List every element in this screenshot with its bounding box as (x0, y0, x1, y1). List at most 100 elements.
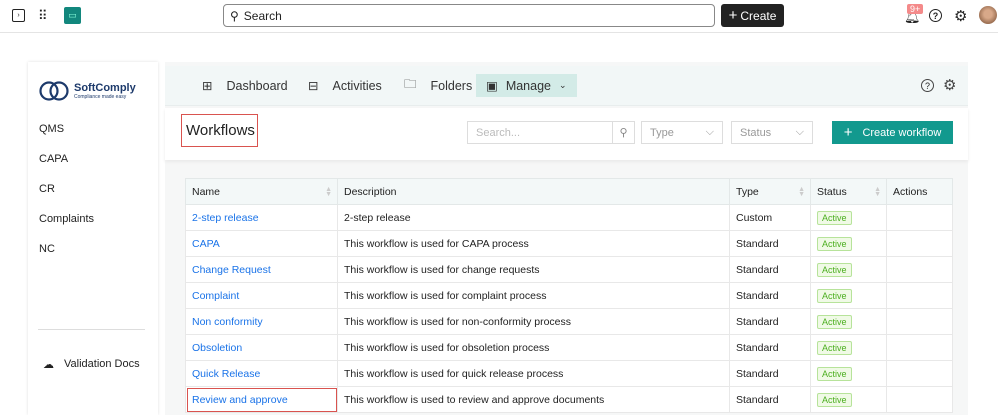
workflow-type: Standard (729, 282, 811, 309)
workflow-actions (886, 204, 953, 231)
workflow-status: Active (810, 308, 887, 335)
workflow-type: Standard (729, 308, 811, 335)
workflow-name-link[interactable]: Obsoletion (185, 334, 338, 361)
workflow-type: Standard (729, 334, 811, 361)
apps-grid-icon[interactable]: ⠿ (38, 8, 48, 24)
search-icon: ⚲ (230, 8, 239, 23)
chevron-down-icon: ⌄ (559, 80, 567, 90)
folder-icon: 🗀 (404, 77, 417, 91)
table-row: Obsoletion This workflow is used for obs… (185, 334, 953, 361)
column-header-actions: Actions (886, 178, 953, 205)
status-badge: Active (817, 210, 852, 225)
workflow-actions (886, 308, 953, 335)
workflow-name-link[interactable]: Review and approve (185, 386, 338, 413)
workflow-type: Standard (729, 386, 811, 413)
table-row: Change Request This workflow is used for… (185, 256, 953, 283)
sidebar-item-complaints[interactable]: Complaints (39, 213, 94, 225)
create-workflow-label: Create workflow (862, 126, 942, 139)
workflow-actions (886, 282, 953, 309)
nav-label: Activities (332, 78, 382, 93)
settings-icon[interactable]: ⚙ (943, 76, 956, 94)
global-search-input[interactable]: ⚲ Search (223, 4, 715, 27)
workflow-name-link[interactable]: Quick Release (185, 360, 338, 387)
workflow-name-link[interactable]: Complaint (185, 282, 338, 309)
workflow-description: This workflow is used for CAPA process (337, 230, 730, 257)
main-nav: ⊞ Dashboard ⊟ Activities 🗀 Folders ▣ Manage ⌄… (165, 66, 968, 106)
workflow-description: This workflow is used for change request… (337, 256, 730, 283)
column-header-type[interactable]: Type ▲ ▼ (729, 178, 811, 205)
brand-name: SoftComply (74, 82, 136, 94)
help-icon[interactable]: ? (921, 79, 934, 92)
help-icon[interactable]: ? (929, 9, 942, 22)
sidebar-item-cr[interactable]: CR (39, 183, 55, 195)
plus-icon: + (728, 7, 738, 24)
workflow-actions (886, 256, 953, 283)
status-badge: Active (817, 288, 852, 303)
column-header-status[interactable]: Status ▲ ▼ (810, 178, 887, 205)
workflow-actions (886, 360, 953, 387)
status-badge: Active (817, 366, 852, 381)
validation-docs-link[interactable]: ☁ Validation Docs (43, 358, 140, 371)
page-title: Workflows (181, 114, 258, 147)
sidebar-divider (38, 329, 145, 330)
nav-manage[interactable]: ▣ Manage ⌄ (476, 74, 577, 97)
type-filter-select[interactable]: Type ⌵ (641, 121, 723, 144)
type-filter-label: Type (650, 126, 674, 139)
column-header-description: Description (337, 178, 730, 205)
nav-activities[interactable]: ⊟ Activities (308, 74, 382, 97)
workflow-name-link[interactable]: CAPA (185, 230, 338, 257)
table-row: Complaint This workflow is used for comp… (185, 282, 953, 309)
nav-dashboard[interactable]: ⊞ Dashboard (202, 74, 288, 97)
sidebar-item-nc[interactable]: NC (39, 243, 55, 255)
status-badge: Active (817, 392, 852, 407)
workflow-search-input[interactable]: Search... ⚲ (467, 121, 635, 144)
status-filter-select[interactable]: Status ⌵ (731, 121, 813, 144)
workflow-description: This workflow is used for quick release … (337, 360, 730, 387)
notification-badge: 9+ (907, 4, 924, 14)
workflow-status: Active (810, 256, 887, 283)
settings-icon[interactable]: ⚙ (954, 7, 967, 25)
workflow-actions (886, 386, 953, 413)
chevron-down-icon: ⌵ (795, 126, 804, 138)
nav-label: Dashboard (226, 78, 288, 93)
sort-icon[interactable]: ▲ ▼ (874, 186, 881, 198)
sidebar: SoftComply Compliance made easy QMS CAPA … (28, 62, 158, 415)
status-badge: Active (817, 314, 852, 329)
workflow-name-link[interactable]: Change Request (185, 256, 338, 283)
workflow-name-link[interactable]: Non conformity (185, 308, 338, 335)
search-icon[interactable]: ⚲ (612, 122, 634, 143)
status-badge: Active (817, 262, 852, 277)
chevron-down-icon: ⌵ (705, 126, 714, 138)
workflow-name-link[interactable]: 2-step release (185, 204, 338, 231)
manage-folder-icon: ▣ (486, 79, 498, 93)
softcomply-logo: SoftComply Compliance made easy (38, 80, 136, 102)
table-row: Non conformity This workflow is used for… (185, 308, 953, 335)
workflow-type: Standard (729, 360, 811, 387)
workflow-status: Active (810, 334, 887, 361)
sort-icon[interactable]: ▲ ▼ (325, 186, 332, 198)
plus-icon: + (843, 124, 853, 141)
user-avatar[interactable] (979, 6, 997, 24)
column-header-name[interactable]: Name ▲ ▼ (185, 178, 338, 205)
workflow-actions (886, 230, 953, 257)
brand-tagline: Compliance made easy (74, 94, 127, 100)
main-panel: ⊞ Dashboard ⊟ Activities 🗀 Folders ▣ Manage ⌄… (165, 62, 968, 415)
workflow-description: This workflow is used for complaint proc… (337, 282, 730, 309)
status-filter-label: Status (740, 126, 772, 139)
create-button[interactable]: + Create (721, 4, 784, 27)
nav-folders[interactable]: 🗀 Folders (404, 74, 472, 97)
table-row: Review and approve This workflow is used… (185, 386, 953, 413)
validation-docs-label: Validation Docs (64, 358, 140, 370)
sort-icon[interactable]: ▲ ▼ (798, 186, 805, 198)
table-row: 2-step release 2-step release Custom Act… (185, 204, 953, 231)
folder-app-icon[interactable]: ▭ (64, 7, 81, 24)
sidebar-toggle-icon[interactable]: › (12, 9, 25, 22)
search-placeholder: Search... (476, 127, 521, 139)
create-workflow-button[interactable]: + Create workflow (832, 121, 953, 144)
page-header: Workflows Search... ⚲ Type ⌵ Status ⌵ + Crea… (165, 108, 968, 160)
workflow-description: This workflow is used to review and appr… (337, 386, 730, 413)
sidebar-item-qms[interactable]: QMS (39, 123, 64, 135)
cloud-download-icon: ☁ (43, 359, 54, 371)
workflow-status: Active (810, 360, 887, 387)
sidebar-item-capa[interactable]: CAPA (39, 153, 68, 165)
